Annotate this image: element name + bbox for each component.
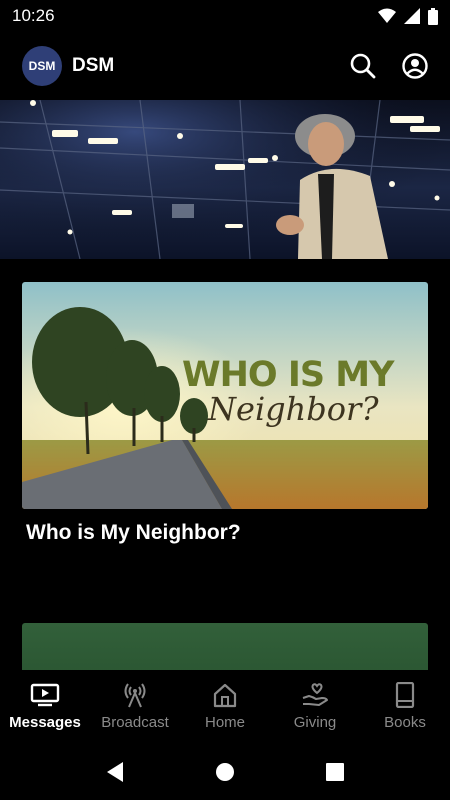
featured-message-card[interactable]: WHO IS MY Neighbor? xyxy=(22,282,428,509)
app-title: DSM xyxy=(72,55,115,76)
nav-broadcast[interactable]: Broadcast xyxy=(90,670,180,744)
status-icons xyxy=(378,7,438,25)
battery-icon xyxy=(428,7,438,25)
app-actions xyxy=(348,51,430,81)
status-bar: 10:26 xyxy=(0,0,450,32)
nav-label-home: Home xyxy=(204,714,245,731)
wifi-icon xyxy=(378,8,396,23)
heart-hand-icon xyxy=(302,683,328,706)
app-bar: DSM DSM xyxy=(0,32,450,100)
account-circle-icon xyxy=(402,53,428,79)
account-button[interactable] xyxy=(400,51,430,81)
hero-image xyxy=(0,100,450,259)
nav-label-broadcast: Broadcast xyxy=(101,714,169,731)
nav-messages[interactable]: Messages xyxy=(0,670,90,744)
hero-banner[interactable] xyxy=(0,100,450,259)
tv-play-icon xyxy=(30,683,60,707)
status-time: 10:26 xyxy=(12,6,55,25)
art-script: Neighbor? xyxy=(207,390,379,428)
nav-books[interactable]: Books xyxy=(360,670,450,744)
nav-giving[interactable]: Giving xyxy=(270,670,360,744)
art-headline: WHO IS MY xyxy=(182,355,395,395)
dsm-logo[interactable]: DSM xyxy=(22,46,62,86)
nav-label-messages: Messages xyxy=(9,714,81,731)
recents-square-icon[interactable] xyxy=(325,762,345,782)
home-icon xyxy=(213,683,237,708)
signal-icon xyxy=(404,8,420,24)
bottom-nav: Messages Broadcast Home Giving Books xyxy=(0,670,450,744)
system-nav-bar xyxy=(0,744,450,800)
nav-label-giving: Giving xyxy=(293,714,337,731)
nav-label-books: Books xyxy=(384,714,426,731)
featured-message-title[interactable]: Who is My Neighbor? xyxy=(26,521,241,545)
featured-artwork: WHO IS MY Neighbor? xyxy=(22,282,428,509)
search-icon xyxy=(350,53,376,79)
antenna-icon xyxy=(124,683,146,708)
back-icon[interactable] xyxy=(105,761,125,783)
nav-home[interactable]: Home xyxy=(180,670,270,744)
home-circle-icon[interactable] xyxy=(215,762,235,782)
search-button[interactable] xyxy=(348,51,378,81)
book-icon xyxy=(395,682,415,708)
